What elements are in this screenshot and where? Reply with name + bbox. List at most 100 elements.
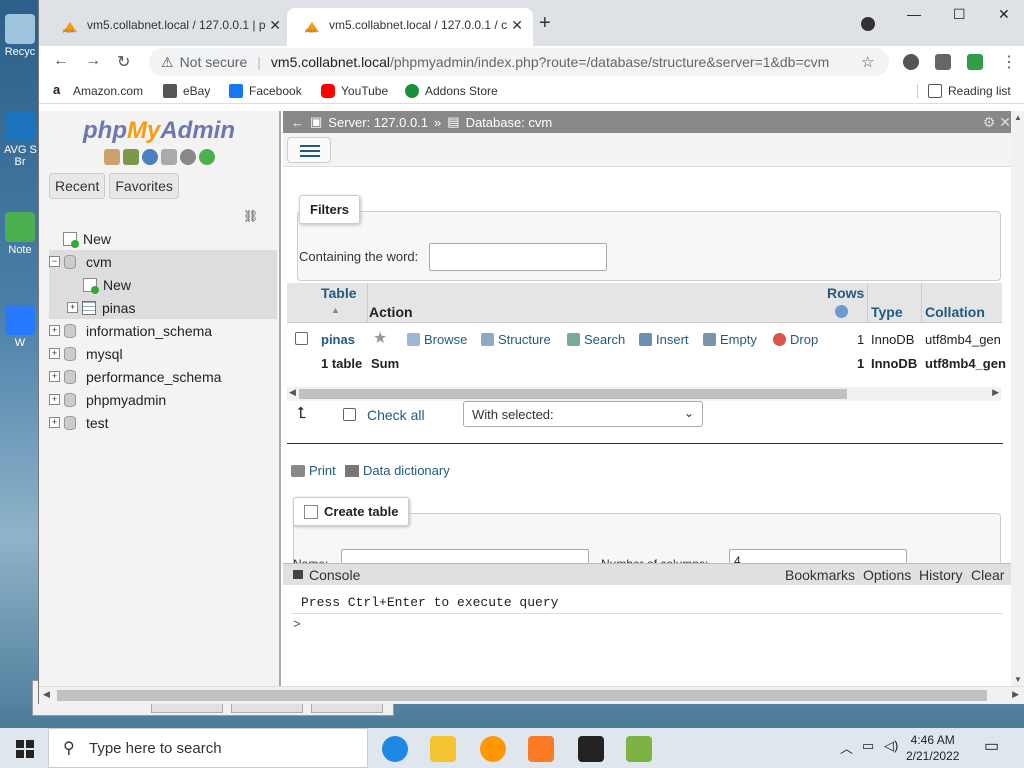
recent-tab[interactable]: Recent (49, 173, 106, 199)
bookmark-amazon[interactable]: a Amazon.com (53, 83, 143, 98)
expand-icon[interactable]: + (49, 371, 60, 382)
insert-action[interactable]: Insert (639, 332, 689, 347)
with-selected-dropdown[interactable]: With selected: ⌄ (463, 401, 703, 427)
console-options[interactable]: Options (863, 567, 911, 583)
minimize-button[interactable]: — (907, 6, 921, 22)
word-icon[interactable]: W (4, 305, 36, 349)
close-icon[interactable]: ✕ (269, 17, 281, 34)
not-secure-label[interactable]: Not secure (180, 54, 248, 70)
table-horizontal-scrollbar[interactable]: ◀ ▶ (287, 387, 1001, 401)
page-vertical-scrollbar[interactable]: ▲ ▼ (1011, 111, 1024, 686)
tree-item-performance-schema[interactable]: + performance_schema (49, 365, 277, 388)
address-bar[interactable]: ⚠ Not secure | vm5.collabnet.local/phpmyadm… (149, 48, 889, 76)
expand-icon[interactable]: + (49, 417, 60, 428)
new-table-name-input[interactable] (341, 549, 589, 563)
help-icon[interactable] (835, 305, 848, 318)
adblock-extension-icon[interactable] (903, 54, 919, 70)
settings-icon[interactable] (179, 149, 196, 165)
taskbar-clock[interactable]: 4:46 AM 2/21/2022 (906, 732, 959, 764)
shield-extension-icon[interactable] (967, 54, 983, 70)
home-icon[interactable] (103, 149, 120, 165)
close-icon[interactable]: ✕ (511, 17, 523, 34)
structure-action[interactable]: Structure (481, 332, 551, 347)
xampp-icon[interactable] (528, 736, 554, 762)
close-breadcrumb-icon[interactable]: ✕ (999, 114, 1011, 130)
docs-icon[interactable] (160, 149, 177, 165)
console-body[interactable]: Press Ctrl+Enter to execute query > (283, 585, 1024, 686)
notepad-icon[interactable]: Note (4, 212, 36, 256)
page-horizontal-scrollbar[interactable]: ◀ ▶ (39, 686, 1024, 704)
reload-nav-icon[interactable] (198, 149, 215, 165)
console-bar[interactable]: Console Bookmarks Options History Clear (283, 563, 1024, 585)
breadcrumb-database[interactable]: Database: cvm (466, 115, 553, 130)
collapse-nav-icon[interactable]: ← (291, 115, 304, 130)
reading-list[interactable]: Reading list (917, 84, 1011, 98)
tray-chevron-icon[interactable]: ︿ (840, 738, 853, 757)
page-settings-icon[interactable]: ⚙ (983, 114, 996, 130)
filter-input[interactable] (429, 243, 607, 271)
maximize-button[interactable]: ☐ (953, 6, 966, 23)
data-dictionary-link[interactable]: Data dictionary (345, 463, 450, 478)
terminal-icon[interactable] (578, 736, 604, 762)
drop-action[interactable]: Drop (773, 332, 818, 347)
print-link[interactable]: Print (291, 463, 336, 478)
hamburger-menu-button[interactable] (287, 137, 331, 163)
help-icon[interactable] (141, 149, 158, 165)
taskbar-search[interactable]: ⚲ Type here to search (48, 728, 368, 768)
window-close-button[interactable]: ✕ (998, 6, 1010, 23)
empty-action[interactable]: Empty (703, 332, 757, 347)
volume-icon[interactable]: ◁) (884, 738, 898, 754)
reload-icon[interactable]: ↻ (117, 52, 130, 72)
bookmark-facebook[interactable]: Facebook (229, 84, 302, 98)
tree-item-test[interactable]: + test (49, 411, 277, 434)
header-table[interactable]: Table (321, 285, 357, 301)
tree-item-mysql[interactable]: + mysql (49, 342, 277, 365)
console-title[interactable]: Console (309, 567, 360, 583)
file-explorer-icon[interactable] (430, 736, 456, 762)
number-of-columns-input[interactable]: 4 (729, 549, 907, 563)
browse-action[interactable]: Browse (407, 332, 467, 347)
recycle-bin-icon[interactable]: Recyc (4, 14, 36, 58)
tree-item-new-db[interactable]: New (49, 227, 277, 250)
console-bookmarks[interactable]: Bookmarks (785, 567, 855, 583)
breadcrumb-server[interactable]: Server: 127.0.0.1 (328, 115, 428, 130)
console-history[interactable]: History (919, 567, 963, 583)
network-icon[interactable]: ▭ (862, 738, 874, 754)
search-action[interactable]: Search (567, 332, 625, 347)
notepad-plus-icon[interactable] (626, 736, 652, 762)
tree-item-cvm[interactable]: − cvm (49, 250, 277, 273)
expand-icon[interactable]: + (49, 325, 60, 336)
browser-app-icon[interactable] (480, 736, 506, 762)
tab-search-icon[interactable] (861, 17, 875, 31)
check-all-label[interactable]: Check all (367, 407, 425, 423)
browser-tab-active[interactable]: PMA vm5.collabnet.local / 127.0.0.1 / c … (287, 8, 533, 46)
header-type[interactable]: Type (871, 304, 903, 320)
extensions-icon[interactable] (935, 54, 951, 70)
notifications-icon[interactable]: ▭ (984, 736, 999, 756)
bookmark-ebay[interactable]: eBay (163, 84, 210, 98)
bookmark-youtube[interactable]: YouTube (321, 84, 388, 98)
expand-icon[interactable]: + (49, 348, 60, 359)
bookmark-star-icon[interactable]: ☆ (861, 53, 874, 71)
tree-item-new-table[interactable]: New (49, 273, 277, 296)
favorite-star-icon[interactable]: ★ (373, 328, 387, 348)
tree-item-phpmyadmin[interactable]: + phpmyadmin (49, 388, 277, 411)
collapse-icon[interactable]: − (49, 256, 60, 267)
check-all-checkbox[interactable] (343, 408, 356, 424)
browser-tab[interactable]: PMA vm5.collabnet.local / 127.0.0.1 | p … (45, 8, 291, 46)
tree-item-information-schema[interactable]: + information_schema (49, 319, 277, 342)
table-name-link[interactable]: pinas (321, 332, 355, 347)
forward-icon[interactable]: → (85, 52, 101, 70)
start-button[interactable] (16, 740, 34, 758)
console-clear[interactable]: Clear (971, 567, 1004, 583)
avg-icon[interactable]: AVG S Br (4, 112, 37, 168)
row-checkbox[interactable] (295, 332, 308, 348)
new-tab-button[interactable]: + (539, 12, 551, 35)
expand-icon[interactable]: + (49, 394, 60, 405)
bookmark-addons-store[interactable]: Addons Store (405, 84, 498, 98)
back-icon[interactable]: ← (53, 52, 69, 70)
header-collation[interactable]: Collation (925, 304, 985, 320)
warning-icon[interactable]: ⚠ (161, 54, 174, 70)
expand-icon[interactable]: + (67, 302, 78, 313)
tree-item-pinas[interactable]: + pinas (49, 296, 277, 319)
